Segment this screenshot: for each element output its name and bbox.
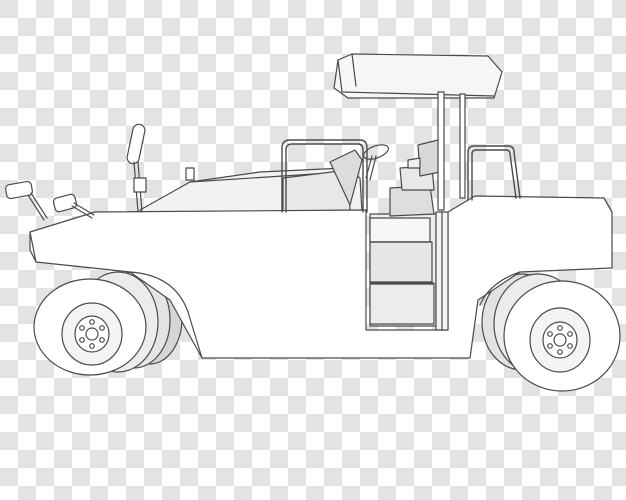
canopy-post-rear xyxy=(459,93,466,199)
road-roller-illustration xyxy=(0,0,626,500)
entry-steps xyxy=(369,211,449,331)
image-canvas xyxy=(0,0,626,500)
canopy-post-front xyxy=(437,91,445,211)
